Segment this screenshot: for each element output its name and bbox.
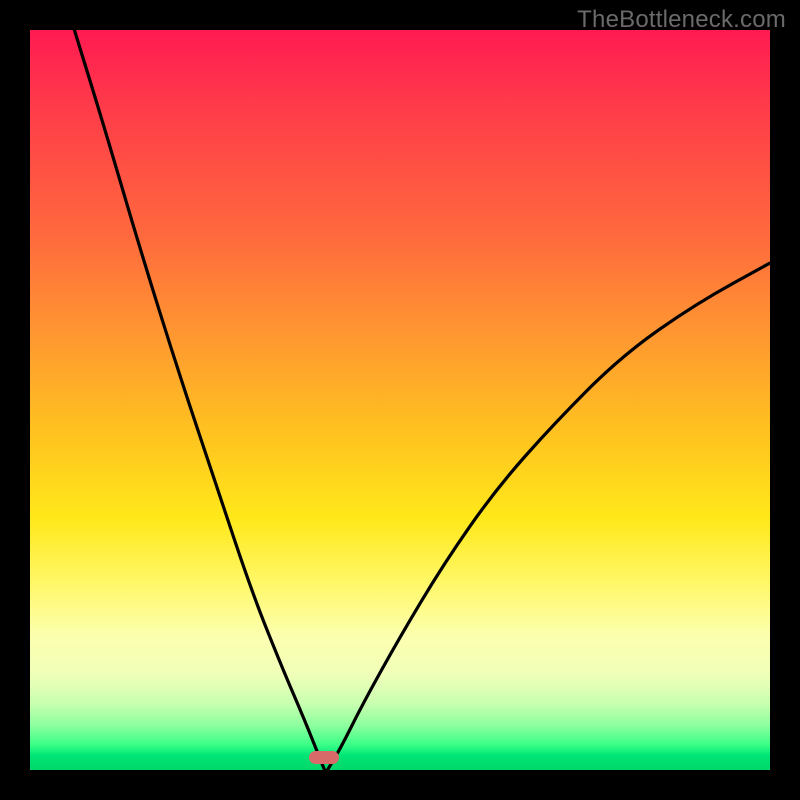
min-marker — [309, 751, 339, 764]
plot-area — [30, 30, 770, 770]
curve-left-branch — [74, 30, 324, 770]
watermark-text: TheBottleneck.com — [577, 6, 786, 34]
curve-right-branch — [328, 263, 771, 770]
bottleneck-curve — [30, 30, 770, 770]
